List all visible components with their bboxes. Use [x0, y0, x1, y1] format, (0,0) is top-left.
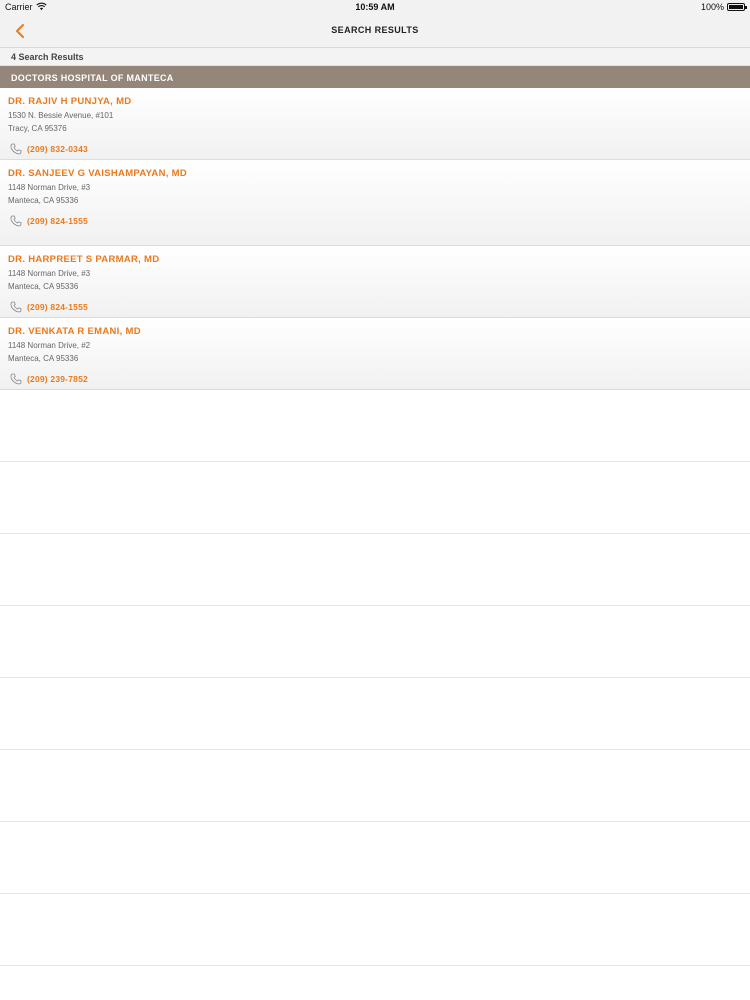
page-title: SEARCH RESULTS	[331, 25, 419, 35]
doctor-list-item[interactable]: DR. RAJIV H PUNJYA, MD 1530 N. Bessie Av…	[0, 88, 750, 160]
doctor-address-line2: Tracy, CA 95376	[8, 124, 67, 133]
phone-icon	[10, 143, 22, 155]
section-header: DOCTORS HOSPITAL OF MANTECA	[0, 66, 750, 88]
phone-icon	[10, 373, 22, 385]
doctor-address-line1: 1530 N. Bessie Avenue, #101	[8, 111, 114, 120]
empty-row	[0, 750, 750, 822]
phone-icon	[10, 215, 22, 227]
phone-link[interactable]: (209) 824-1555	[27, 302, 88, 312]
phone-link[interactable]: (209) 824-1555	[27, 216, 88, 226]
empty-row	[0, 390, 750, 462]
results-count: 4 Search Results	[0, 48, 750, 66]
doctor-address-line2: Manteca, CA 95336	[8, 282, 79, 291]
battery-percent: 100%	[700, 2, 724, 12]
doctor-address-line2: Manteca, CA 95336	[8, 354, 79, 363]
empty-row	[0, 462, 750, 534]
phone-row[interactable]: (209) 824-1555	[8, 295, 742, 319]
doctor-list-item[interactable]: DR. VENKATA R EMANI, MD 1148 Norman Driv…	[0, 318, 750, 390]
status-bar: Carrier 10:59 AM 100%	[0, 0, 750, 14]
empty-row	[0, 894, 750, 966]
results-list: DR. RAJIV H PUNJYA, MD 1530 N. Bessie Av…	[0, 88, 750, 966]
doctor-address-line1: 1148 Norman Drive, #2	[8, 341, 91, 350]
doctor-name[interactable]: DR. VENKATA R EMANI, MD	[8, 325, 188, 339]
phone-row[interactable]: (209) 832-0343	[8, 137, 742, 161]
doctor-name[interactable]: DR. SANJEEV G VAISHAMPAYAN, MD	[8, 167, 188, 181]
empty-row	[0, 822, 750, 894]
empty-row	[0, 534, 750, 606]
doctor-name[interactable]: DR. RAJIV H PUNJYA, MD	[8, 95, 188, 109]
doctor-address-line2: Manteca, CA 95336	[8, 196, 79, 205]
phone-row[interactable]: (209) 824-1555	[8, 209, 742, 233]
empty-row	[0, 678, 750, 750]
phone-link[interactable]: (209) 832-0343	[27, 144, 88, 154]
doctor-list-item[interactable]: DR. SANJEEV G VAISHAMPAYAN, MD 1148 Norm…	[0, 160, 750, 246]
doctor-list-item[interactable]: DR. HARPREET S PARMAR, MD 1148 Norman Dr…	[0, 246, 750, 318]
phone-link[interactable]: (209) 239-7852	[27, 374, 88, 384]
navigation-bar: SEARCH RESULTS	[0, 14, 750, 48]
phone-icon	[10, 301, 22, 313]
empty-row	[0, 606, 750, 678]
status-time: 10:59 AM	[355, 2, 395, 12]
doctor-address-line1: 1148 Norman Drive, #3	[8, 269, 91, 278]
doctor-address-line1: 1148 Norman Drive, #3	[8, 183, 91, 192]
battery-icon	[727, 3, 747, 11]
phone-row[interactable]: (209) 239-7852	[8, 367, 742, 391]
doctor-name[interactable]: DR. HARPREET S PARMAR, MD	[8, 253, 188, 267]
